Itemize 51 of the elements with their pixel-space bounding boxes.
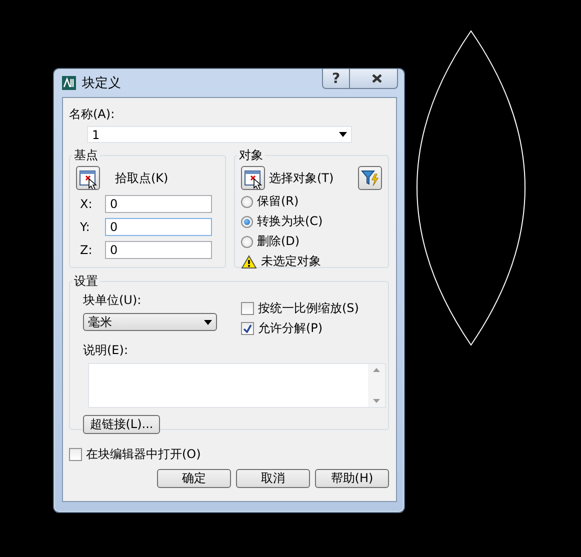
radio-label: 删除(D) [257,233,300,250]
checkmark-icon [243,324,252,333]
description-field[interactable] [88,363,386,408]
radio-label: 转换为块(C) [257,213,323,230]
dialog-button[interactable]: 帮助(H) [315,469,389,488]
radio-button[interactable] [241,196,253,208]
funnel-icon [360,170,379,186]
radio-button[interactable] [241,236,253,248]
quick-select-button[interactable] [358,166,382,190]
pick-point-label: 拾取点(K) [115,170,168,186]
radio-label: 保留(R) [257,193,299,210]
pick-point-button[interactable] [76,166,100,190]
checkbox-label: 按统一比例缩放(S) [258,300,359,317]
dialog-button[interactable]: 取消 [236,469,310,488]
checkbox[interactable] [241,302,254,315]
app-icon [61,75,77,91]
name-combo[interactable]: 1 [87,126,352,143]
warning-icon [241,254,257,268]
coordinate-field[interactable]: 0 [105,218,212,236]
scroll-up-icon [373,368,380,372]
select-objects-button[interactable] [241,166,265,190]
name-label: 名称(A): [69,106,116,123]
coordinate-label: Z: [80,243,94,257]
checkbox-label: 在块编辑器中打开(O) [86,446,201,463]
help-button[interactable]: ? [322,69,350,89]
block-unit-label: 块单位(U): [83,292,142,309]
group-title: 基点 [73,147,99,164]
select-objects-label: 选择对象(T) [269,170,335,186]
coordinate-field[interactable]: 0 [105,241,212,259]
dropdown-arrow-icon [204,320,212,324]
checkbox-label: 允许分解(P) [258,320,323,337]
hyperlink-button[interactable]: 超链接(L)... [83,415,160,434]
close-icon [371,73,383,84]
scroll-down-icon [373,399,380,403]
checkbox[interactable] [241,322,254,335]
coordinate-label: X: [80,197,94,211]
name-value: 1 [92,128,100,142]
description-label: 说明(E): [83,342,129,359]
scrollbar[interactable] [368,364,385,407]
close-button[interactable] [350,69,398,89]
dropdown-arrow-icon [339,132,347,137]
warning-text: 未选定对象 [261,253,321,270]
radio-button[interactable] [241,216,253,228]
group-title: 对象 [238,147,264,164]
window-title: 块定义 [82,75,121,92]
dialog-button[interactable]: 确定 [157,469,231,488]
coordinate-field[interactable]: 0 [105,195,212,213]
group-title: 设置 [73,273,99,290]
checkbox[interactable] [69,448,82,461]
coordinate-label: Y: [80,220,91,234]
block-unit-dropdown[interactable]: 毫米 [83,313,217,331]
